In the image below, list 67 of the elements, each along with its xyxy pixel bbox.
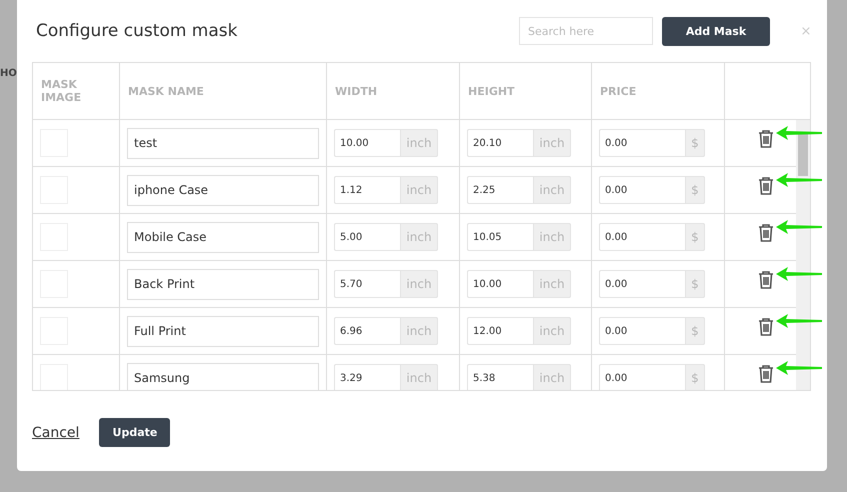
column-header: MASK NAME — [128, 84, 204, 98]
scrollbar[interactable] — [796, 120, 810, 390]
unit-addon: inch — [533, 364, 571, 390]
unit-addon: inch — [533, 270, 571, 298]
price-field[interactable]: 0.00 — [599, 176, 685, 204]
unit-addon: inch — [400, 317, 438, 345]
unit-addon: inch — [533, 176, 571, 204]
arrow-icon — [776, 126, 822, 140]
mask-image-thumbnail[interactable] — [40, 364, 68, 390]
mask-name-field[interactable]: Full Print — [127, 316, 319, 346]
column-header: WIDTH — [335, 84, 378, 98]
width-field[interactable]: 5.70 — [334, 270, 400, 298]
arrow-icon — [776, 220, 822, 234]
currency-addon: $ — [685, 364, 705, 390]
unit-addon: inch — [400, 129, 438, 157]
trash-icon[interactable] — [758, 222, 774, 242]
width-field[interactable]: 6.96 — [334, 317, 400, 345]
price-field[interactable]: 0.00 — [599, 317, 685, 345]
mask-name-field[interactable]: Back Print — [127, 268, 319, 300]
dialog-title: Configure custom mask — [36, 21, 238, 41]
arrow-icon — [776, 314, 822, 328]
mask-name-field[interactable]: Samsung — [127, 362, 319, 390]
price-field[interactable]: 0.00 — [599, 364, 685, 390]
currency-addon: $ — [685, 223, 705, 251]
unit-addon: inch — [400, 223, 438, 251]
width-field[interactable]: 5.00 — [334, 223, 400, 251]
width-field[interactable]: 3.29 — [334, 364, 400, 390]
column-header: PRICE — [600, 84, 636, 98]
trash-icon[interactable] — [758, 128, 774, 148]
arrow-icon — [776, 361, 822, 375]
unit-addon: inch — [533, 223, 571, 251]
column-header: HEIGHT — [468, 84, 515, 98]
price-field[interactable]: 0.00 — [599, 129, 685, 157]
height-field[interactable]: 5.38 — [467, 364, 533, 390]
price-field[interactable]: 0.00 — [599, 270, 685, 298]
trash-icon[interactable] — [758, 364, 774, 382]
height-field[interactable]: 20.10 — [467, 129, 533, 157]
mask-name-field[interactable]: test — [127, 128, 319, 158]
trash-icon[interactable] — [758, 176, 774, 194]
update-button[interactable]: Update — [99, 418, 170, 447]
unit-addon: inch — [533, 129, 571, 157]
unit-addon: inch — [533, 317, 571, 345]
width-field[interactable]: 1.12 — [334, 176, 400, 204]
height-field[interactable]: 2.25 — [467, 176, 533, 204]
price-field[interactable]: 0.00 — [599, 223, 685, 251]
arrow-icon — [776, 173, 822, 187]
height-field[interactable]: 12.00 — [467, 317, 533, 345]
arrow-icon — [776, 267, 822, 281]
unit-addon: inch — [400, 176, 438, 204]
trash-icon[interactable] — [758, 270, 774, 288]
column-header: MASK IMAGE — [41, 78, 82, 104]
cancel-link[interactable]: Cancel — [32, 424, 80, 440]
trash-icon[interactable] — [758, 316, 774, 336]
height-field[interactable]: 10.00 — [467, 270, 533, 298]
background-text: HO — [0, 68, 17, 79]
height-field[interactable]: 10.05 — [467, 223, 533, 251]
currency-addon: $ — [685, 129, 705, 157]
search-field[interactable]: Search here — [519, 17, 653, 45]
unit-addon: inch — [400, 270, 438, 298]
mask-name-field[interactable]: Mobile Case — [127, 222, 319, 252]
currency-addon: $ — [685, 176, 705, 204]
unit-addon: inch — [400, 364, 438, 390]
currency-addon: $ — [685, 317, 705, 345]
mask-name-field[interactable]: iphone Case — [127, 174, 319, 206]
currency-addon: $ — [685, 270, 705, 298]
add-mask-button[interactable]: Add Mask — [662, 16, 770, 46]
width-field[interactable]: 10.00 — [334, 129, 400, 157]
